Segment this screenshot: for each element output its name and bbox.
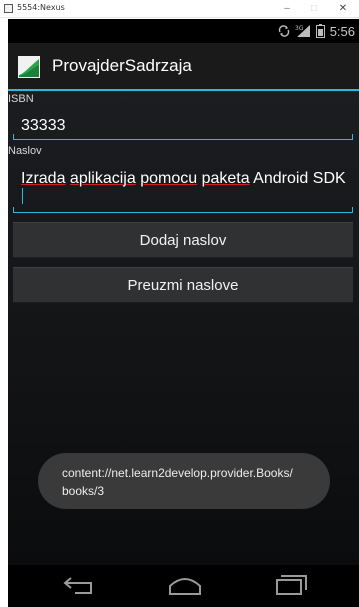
emulator-window-title: 5554:Nexus [17, 3, 65, 12]
navigation-bar [8, 565, 359, 607]
naslov-word-4: paketa [201, 170, 250, 187]
toast-line-1: content://net.learn2develop.provider.Boo… [62, 466, 293, 480]
toast-message: content://net.learn2develop.provider.Boo… [38, 453, 330, 509]
emulator-title-bar: 5554:Nexus – □ ✕ [0, 0, 359, 18]
toast-line-2: books/3 [62, 484, 105, 498]
emulator-app-icon [4, 4, 13, 13]
status-clock: 5:56 [329, 23, 355, 39]
naslov-word-1: Izrada [21, 170, 66, 187]
naslov-rest: Android SDK [253, 170, 346, 187]
naslov-label: Naslov [8, 145, 42, 157]
status-icons: 3G 5:56 [278, 23, 355, 39]
text-cursor [22, 188, 23, 204]
maximize-button[interactable]: □ [300, 0, 328, 17]
app-title: ProvajderSadrzaja [52, 56, 192, 75]
recent-apps-icon[interactable] [275, 574, 309, 601]
naslov-word-2: aplikacija [69, 170, 136, 187]
naslov-field[interactable]: Izrada aplikacija pomocu paketa Android … [13, 158, 353, 213]
isbn-field[interactable]: 33333 [13, 107, 353, 140]
naslov-value: Izrada aplikacija pomocu paketa Android … [21, 170, 346, 206]
android-screen: 3G 5:56 ProvajderSadrzaja ISBN 33333 Nas… [8, 19, 359, 607]
add-title-button[interactable]: Dodaj naslov [13, 222, 353, 258]
naslov-word-3: pomocu [140, 170, 198, 187]
isbn-value: 33333 [21, 117, 66, 134]
minimize-button[interactable]: – [273, 0, 301, 17]
status-bar: 3G 5:56 [8, 19, 359, 43]
main-content: ISBN 33333 Naslov Izrada aplikacija pomo… [8, 91, 359, 565]
home-icon[interactable] [168, 574, 202, 601]
sync-icon [278, 25, 290, 37]
action-bar: ProvajderSadrzaja [8, 43, 359, 91]
isbn-label: ISBN [8, 93, 34, 105]
app-logo-icon[interactable] [17, 55, 41, 79]
svg-text:3G: 3G [295, 25, 304, 32]
back-icon[interactable] [61, 574, 95, 601]
battery-icon [315, 24, 325, 38]
signal-3g-icon: 3G [295, 24, 311, 38]
close-button[interactable]: ✕ [329, 0, 357, 17]
get-titles-button[interactable]: Preuzmi naslove [13, 267, 353, 303]
